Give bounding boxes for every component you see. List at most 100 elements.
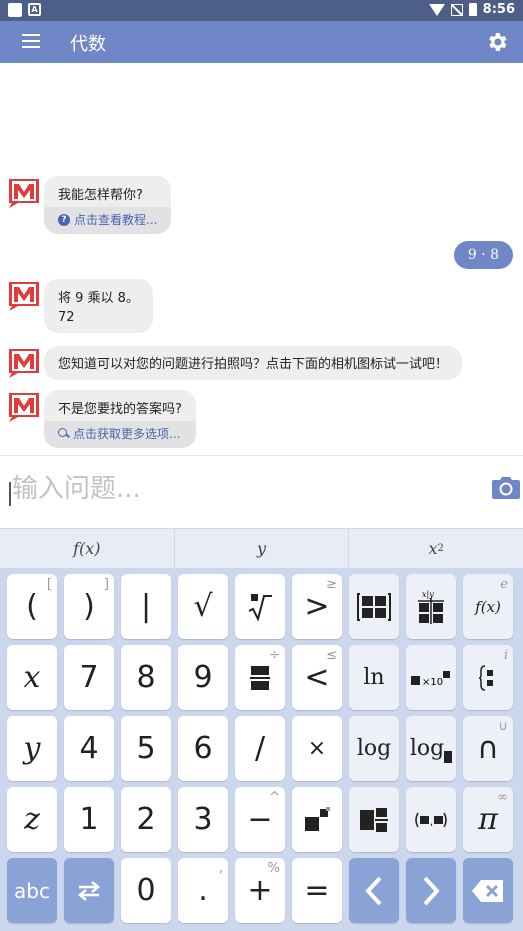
key-abs[interactable]: |: [121, 574, 171, 639]
bot-avatar-icon: [9, 393, 39, 422]
bot-message-text: 您知道可以对您的问题进行拍照吗？点击下面的相机图标试一试吧！: [58, 357, 449, 372]
key-subscript[interactable]: [349, 787, 399, 852]
bot-answer-step: 将 9 乘以 8。: [58, 291, 139, 306]
bot-message-text: 不是您要找的答案吗?: [58, 402, 182, 417]
point-icon: ,: [415, 812, 447, 828]
piecewise-icon: [478, 664, 493, 691]
svg-text:×10: ×10: [422, 677, 443, 688]
key-2[interactable]: 2: [121, 787, 171, 852]
tab-y[interactable]: y: [175, 529, 350, 568]
search-icon: [58, 428, 69, 439]
tab-x-squared[interactable]: x2: [349, 529, 523, 568]
key-scientific[interactable]: ×10: [406, 645, 456, 710]
key-nth-root[interactable]: [235, 574, 285, 639]
text-cursor: [9, 482, 11, 506]
more-options-link-text: 点击获取更多选项...: [73, 427, 181, 441]
fraction-icon: [250, 665, 270, 690]
matrix-icon: [357, 592, 391, 621]
key-6[interactable]: 6: [178, 716, 228, 781]
no-signal-icon: [450, 3, 463, 16]
key-piecewise[interactable]: i: [463, 645, 513, 710]
tutorial-link-text: 点击查看教程...: [74, 213, 158, 227]
subscript-icon: [360, 807, 388, 832]
key-intersection[interactable]: ∩ ∪: [463, 716, 513, 781]
more-options-link[interactable]: 点击获取更多选项...: [44, 421, 196, 448]
key-close-paren[interactable]: )]: [64, 574, 114, 639]
power-icon: [305, 806, 330, 831]
notification-icon: [8, 3, 22, 17]
swap-arrows-icon: [78, 880, 100, 901]
key-divide[interactable]: /: [235, 716, 285, 781]
svg-text:,: ,: [430, 817, 433, 828]
key-fraction[interactable]: ÷: [235, 645, 285, 710]
input-bar: [0, 455, 523, 528]
wifi-icon: [428, 3, 445, 16]
key-3[interactable]: 3: [178, 787, 228, 852]
key-matrix[interactable]: [349, 574, 399, 639]
query-input[interactable]: [12, 474, 472, 504]
key-multiply[interactable]: ×: [292, 716, 342, 781]
key-swap[interactable]: [64, 858, 114, 923]
key-function[interactable]: f(x) e: [463, 574, 513, 639]
key-abc[interactable]: abc: [7, 858, 57, 923]
bot-message-bubble: 我能怎样帮你? ? 点击查看教程...: [44, 176, 172, 234]
battery-icon: [468, 3, 477, 16]
key-point[interactable]: ,: [406, 787, 456, 852]
key-1[interactable]: 1: [64, 787, 114, 852]
key-decimal[interactable]: .,: [178, 858, 228, 923]
bot-avatar-icon: [9, 349, 39, 378]
svg-text:x|y: x|y: [422, 590, 434, 599]
key-y[interactable]: y: [7, 716, 57, 781]
bot-message-text: 我能怎样帮你?: [58, 188, 143, 203]
key-9[interactable]: 9: [178, 645, 228, 710]
backspace-icon: [472, 879, 503, 902]
chevron-right-icon: [423, 876, 440, 905]
key-sqrt[interactable]: √: [178, 574, 228, 639]
chat-area: 我能怎样帮你? ? 点击查看教程... 9 · 8 将 9 乘以 8。 72 您…: [0, 63, 523, 455]
gear-icon[interactable]: [485, 30, 509, 54]
key-equals[interactable]: =: [292, 858, 342, 923]
key-table[interactable]: x|y: [406, 574, 456, 639]
key-log[interactable]: log: [349, 716, 399, 781]
key-cursor-right[interactable]: [406, 858, 456, 923]
page-title: 代数: [70, 34, 106, 55]
key-5[interactable]: 5: [121, 716, 171, 781]
user-message-bubble: 9 · 8: [453, 241, 513, 269]
camera-icon[interactable]: [491, 475, 521, 501]
bot-message-bubble: 将 9 乘以 8。 72: [44, 279, 153, 333]
key-plus[interactable]: +%: [235, 858, 285, 923]
key-log-base[interactable]: log: [406, 716, 456, 781]
function-tabs: f(x) y x2: [0, 528, 523, 568]
key-z[interactable]: z: [7, 787, 57, 852]
key-greater-than[interactable]: > ≥: [292, 574, 342, 639]
tutorial-link[interactable]: ? 点击查看教程...: [44, 207, 172, 234]
bot-message-bubble: 不是您要找的答案吗? 点击获取更多选项...: [44, 390, 196, 448]
bot-message-bubble: 您知道可以对您的问题进行拍照吗？点击下面的相机图标试一试吧！: [44, 346, 463, 380]
key-power[interactable]: [292, 787, 342, 852]
key-cursor-left[interactable]: [349, 858, 399, 923]
key-ln[interactable]: ln: [349, 645, 399, 710]
key-4[interactable]: 4: [64, 716, 114, 781]
scientific-notation-icon: ×10: [411, 670, 450, 688]
key-0[interactable]: 0: [121, 858, 171, 923]
key-backspace[interactable]: [463, 858, 513, 923]
help-icon: ?: [58, 213, 70, 226]
nth-root-icon: [248, 593, 272, 621]
status-bar: A 8:56: [0, 0, 523, 21]
key-less-than[interactable]: < ≤: [292, 645, 342, 710]
tab-function[interactable]: f(x): [0, 529, 175, 568]
bot-answer-result: 72: [58, 310, 75, 325]
key-8[interactable]: 8: [121, 645, 171, 710]
bot-avatar-icon: [9, 179, 39, 208]
bot-avatar-icon: [9, 282, 39, 311]
key-pi[interactable]: π ∞: [463, 787, 513, 852]
base-placeholder-icon: [444, 750, 453, 763]
math-keyboard: ([ )] | √ > ≥ x|y f(x) e x 7 8 9 ÷ < ≤ ln ×…: [0, 568, 523, 931]
key-7[interactable]: 7: [64, 645, 114, 710]
status-time: 8:56: [482, 2, 515, 17]
app-notification-icon: A: [28, 3, 41, 16]
key-x[interactable]: x: [7, 645, 57, 710]
key-open-paren[interactable]: ([: [7, 574, 57, 639]
key-minus[interactable]: − ^: [235, 787, 285, 852]
menu-icon[interactable]: [22, 34, 40, 48]
